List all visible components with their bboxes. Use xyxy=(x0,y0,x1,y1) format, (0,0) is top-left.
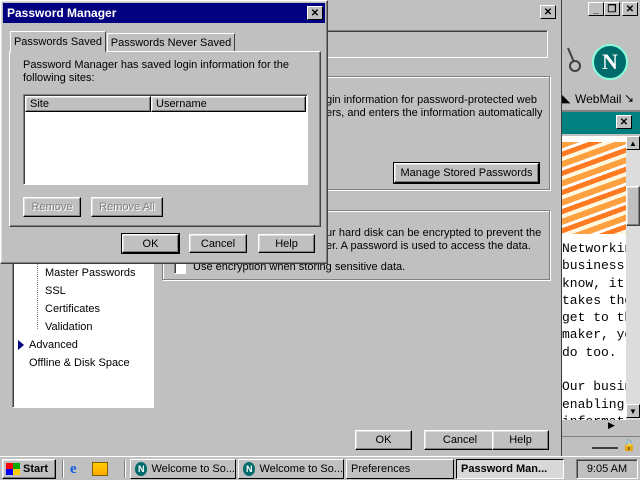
scroll-up-button[interactable]: ▲ xyxy=(626,136,640,150)
category-tree[interactable]: Master Passwords SSL Certificates Valida… xyxy=(12,258,154,408)
remove-all-button[interactable]: Remove All xyxy=(91,197,163,217)
quicklaunch-separator-2 xyxy=(124,460,126,478)
page-text-line: informatio xyxy=(562,413,626,420)
encryption-description-2: er. A password is used to access the dat… xyxy=(326,240,531,252)
header-field xyxy=(320,30,548,58)
clock[interactable]: 9:05 AM xyxy=(587,463,627,475)
tree-item-offline[interactable]: Offline & Disk Space xyxy=(29,357,130,369)
scroll-thumb[interactable] xyxy=(626,186,640,226)
restore-button[interactable]: ❐ xyxy=(604,2,620,16)
desktop-icon[interactable] xyxy=(92,462,108,476)
quicklaunch-separator xyxy=(62,460,64,478)
tree-item-certificates[interactable]: Certificates xyxy=(45,303,100,315)
dialog-description: Password Manager has saved login informa… xyxy=(23,59,289,84)
tab-passwords-saved[interactable]: Passwords Saved xyxy=(10,31,106,52)
status-bar: 🔓 xyxy=(560,436,640,454)
webmail-link[interactable]: WebMail xyxy=(575,92,621,106)
page-banner-image xyxy=(562,142,626,234)
page-text-line: know, it's xyxy=(562,275,626,291)
page-text-line: get to th xyxy=(562,310,626,326)
column-header-username[interactable]: Username xyxy=(151,96,306,112)
nav-left-arrow[interactable]: ◣ xyxy=(562,92,570,105)
encryption-description-1: ur hard disk can be encrypted to prevent… xyxy=(326,227,542,239)
connection-icon xyxy=(592,439,618,449)
sidebar-close-button[interactable]: ✕ xyxy=(616,115,632,129)
wrench-icon xyxy=(567,47,581,72)
tree-item-ssl[interactable]: SSL xyxy=(45,285,66,297)
password-manager-dialog: Password Manager ✕ Passwords Saved Passw… xyxy=(0,0,328,264)
horizontal-scroll-right[interactable]: ▶ xyxy=(608,420,624,434)
task-welcome-1[interactable]: N Welcome to So... xyxy=(130,459,236,479)
netscape-logo: N xyxy=(592,44,628,80)
dialog-title-bar[interactable]: Password Manager xyxy=(3,3,325,23)
lock-icon: 🔓 xyxy=(622,440,636,452)
task-welcome-2[interactable]: N Welcome to So... xyxy=(238,459,344,479)
preferences-ok-button[interactable]: OK xyxy=(355,430,412,450)
page-text-line: business. xyxy=(562,258,626,274)
netscape-icon: N xyxy=(135,462,148,476)
scroll-down-button[interactable]: ▼ xyxy=(626,404,640,418)
minimize-button[interactable]: _ xyxy=(588,2,604,16)
page-area: Networking business.know, it'stakes the ge… xyxy=(562,136,626,420)
dialog-help-button[interactable]: Help xyxy=(258,234,315,253)
expand-triangle-icon[interactable] xyxy=(18,340,24,350)
page-text-line: enabling xyxy=(562,396,625,412)
page-text-line: takes the xyxy=(562,292,626,308)
dialog-title: Password Manager xyxy=(7,6,117,20)
dialog-ok-button[interactable]: OK xyxy=(121,233,180,254)
netscape-icon: N xyxy=(243,462,256,476)
page-text-line: do too. xyxy=(562,344,617,360)
remove-button[interactable]: Remove xyxy=(23,197,81,217)
passwords-description-2: ers, and enters the information automati… xyxy=(326,107,543,119)
page-text-line: Networking xyxy=(562,241,626,256)
vertical-scrollbar[interactable]: ▲ ▼ xyxy=(626,136,640,420)
column-header-site[interactable]: Site xyxy=(25,96,151,112)
saved-sites-list[interactable]: Site Username xyxy=(23,94,308,185)
tree-item-advanced[interactable]: Advanced xyxy=(29,339,78,351)
dialog-close-button[interactable]: ✕ xyxy=(307,6,323,20)
task-password-manager[interactable]: Password Man... xyxy=(456,459,564,479)
ie-icon[interactable]: e xyxy=(70,461,86,477)
tab-passwords-never-saved[interactable]: Passwords Never Saved xyxy=(107,33,235,51)
passwords-description-1: gin information for password-protected w… xyxy=(326,94,537,106)
page-text-line xyxy=(562,361,626,378)
start-button[interactable]: Start xyxy=(2,459,56,479)
preferences-close-button[interactable]: ✕ xyxy=(540,5,556,19)
close-button[interactable]: ✕ xyxy=(622,2,638,16)
page-text: Networking business.know, it'stakes the ge… xyxy=(562,240,626,420)
page-text-line: maker, yo xyxy=(562,327,626,343)
preferences-help-button[interactable]: Help xyxy=(492,430,549,450)
webmail-arrow-icon: ↘ xyxy=(624,91,635,105)
dialog-cancel-button[interactable]: Cancel xyxy=(189,234,247,253)
tree-item-validation[interactable]: Validation xyxy=(45,321,93,333)
preferences-cancel-button[interactable]: Cancel xyxy=(424,430,496,450)
tree-item-master-passwords[interactable]: Master Passwords xyxy=(45,267,135,279)
tree-line xyxy=(37,259,38,329)
windows-logo-icon xyxy=(6,463,20,475)
browser-window: _ ❐ ✕ N ◣ WebMail ↘ ✕ Networking business… xyxy=(560,0,640,456)
task-preferences[interactable]: Preferences xyxy=(346,459,454,479)
manage-stored-passwords-button[interactable]: Manage Stored Passwords xyxy=(393,162,540,184)
taskbar: Start e N Welcome to So... N Welcome to … xyxy=(0,456,640,480)
system-tray: 9:05 AM xyxy=(576,459,638,479)
toolbar-icon[interactable] xyxy=(564,42,586,78)
page-text-line: Our busin xyxy=(562,379,626,395)
